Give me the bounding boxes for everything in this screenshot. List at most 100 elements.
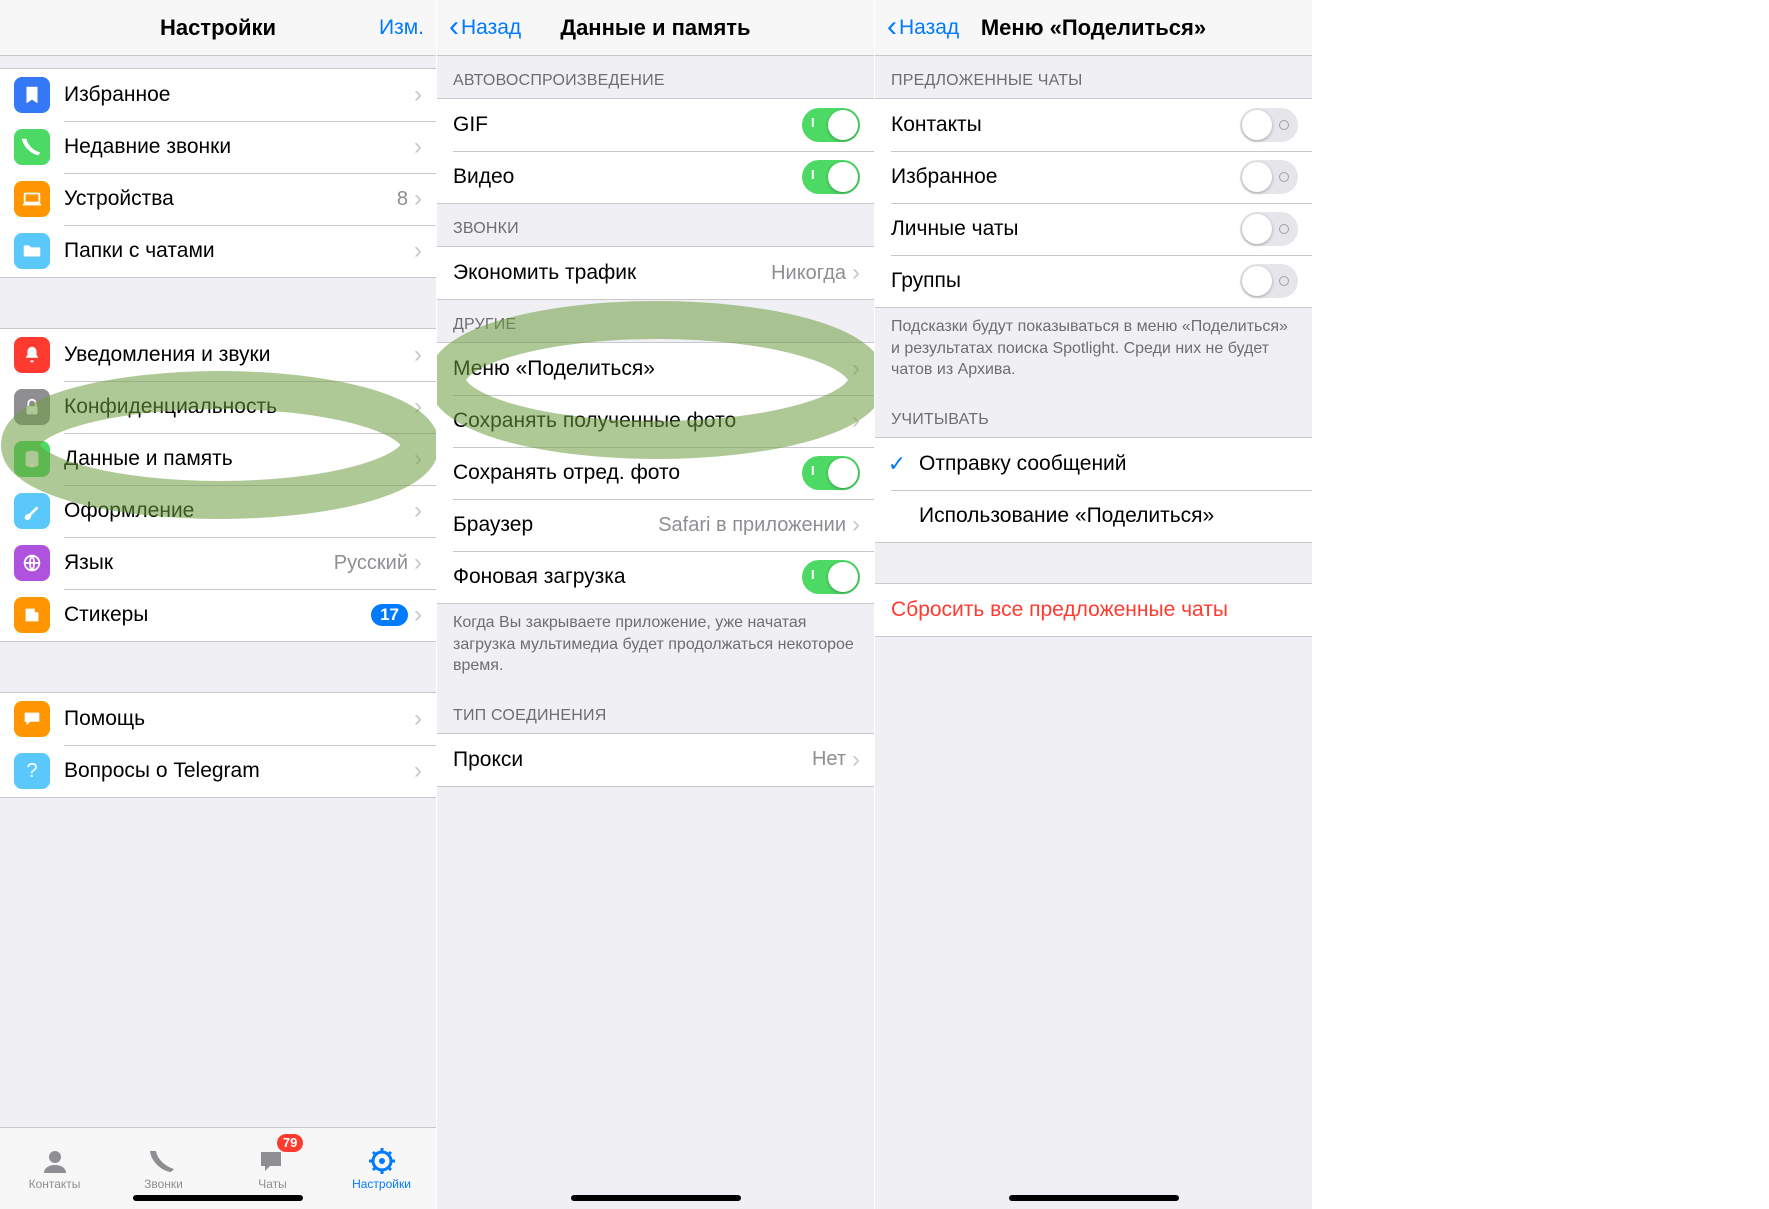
row-help[interactable]: Помощь › (0, 693, 436, 745)
row-label: Прокси (453, 748, 812, 772)
bookmark-icon (14, 77, 50, 113)
row-label: Меню «Поделиться» (453, 357, 852, 381)
row-proxy[interactable]: Прокси Нет › (437, 734, 874, 786)
row-label: Избранное (891, 165, 1240, 189)
toggle-private[interactable] (1240, 212, 1298, 246)
row-label: Браузер (453, 513, 658, 537)
chevron-right-icon: › (414, 81, 422, 109)
chevron-right-icon: › (414, 133, 422, 161)
chevron-right-icon: › (414, 393, 422, 421)
row-language[interactable]: Язык Русский › (0, 537, 436, 589)
phone-icon (14, 129, 50, 165)
row-label: Вопросы о Telegram (64, 759, 414, 783)
database-icon (14, 441, 50, 477)
question-icon: ? (14, 753, 50, 789)
row-data-storage[interactable]: Данные и память › (0, 433, 436, 485)
row-video: Видео I (437, 151, 874, 203)
row-save-received[interactable]: Сохранять полученные фото › (437, 395, 874, 447)
row-label: Группы (891, 269, 1240, 293)
toggle-gif[interactable]: I (802, 108, 860, 142)
row-label: Конфиденциальность (64, 395, 414, 419)
autoplay-list: GIF I Видео I (437, 98, 874, 204)
settings-group-1: Избранное › Недавние звонки › Устройства… (0, 68, 436, 278)
toggle-save-edited[interactable]: I (802, 456, 860, 490)
tab-contacts[interactable]: Контакты (0, 1128, 109, 1209)
row-appearance[interactable]: Оформление › (0, 485, 436, 537)
tab-badge: 79 (277, 1134, 303, 1152)
folder-icon (14, 233, 50, 269)
row-label: Стикеры (64, 603, 371, 627)
row-label: Уведомления и звуки (64, 343, 414, 367)
badge: 17 (371, 604, 408, 626)
settings-group-3: Помощь › ? Вопросы о Telegram › (0, 692, 436, 798)
chevron-right-icon: › (852, 407, 860, 435)
chevron-right-icon: › (414, 497, 422, 525)
sticker-icon (14, 597, 50, 633)
row-label: Использование «Поделиться» (919, 504, 1298, 528)
chevron-right-icon: › (414, 445, 422, 473)
chevron-right-icon: › (414, 705, 422, 733)
toggle-bg-download[interactable]: I (802, 560, 860, 594)
section-other: ДРУГИЕ (437, 300, 874, 342)
row-label: Данные и память (64, 447, 414, 471)
row-faq[interactable]: ? Вопросы о Telegram › (0, 745, 436, 797)
edit-button[interactable]: Изм. (367, 16, 436, 40)
row-bg-download: Фоновая загрузка I (437, 551, 874, 603)
row-groups: Группы (875, 255, 1312, 307)
globe-icon (14, 545, 50, 581)
toggle-contacts[interactable] (1240, 108, 1298, 142)
other-list: Меню «Поделиться» › Сохранять полученные… (437, 342, 874, 604)
row-chat-folders[interactable]: Папки с чатами › (0, 225, 436, 277)
section-calls: ЗВОНКИ (437, 204, 874, 246)
nav-bar: ‹Назад Данные и память (437, 0, 874, 56)
toggle-groups[interactable] (1240, 264, 1298, 298)
row-devices[interactable]: Устройства 8 › (0, 173, 436, 225)
row-notifications[interactable]: Уведомления и звуки › (0, 329, 436, 381)
row-reset[interactable]: Сбросить все предложенные чаты (875, 584, 1312, 636)
row-share-menu[interactable]: Меню «Поделиться» › (437, 343, 874, 395)
row-label: Контакты (891, 113, 1240, 137)
back-button[interactable]: ‹Назад (437, 13, 533, 43)
brush-icon (14, 493, 50, 529)
chevron-left-icon: ‹ (887, 12, 897, 42)
row-label: GIF (453, 113, 802, 137)
row-option-send[interactable]: ✓ Отправку сообщений (875, 438, 1312, 490)
chevron-right-icon: › (852, 355, 860, 383)
chevron-right-icon: › (852, 511, 860, 539)
toggle-favorites[interactable] (1240, 160, 1298, 194)
chevron-right-icon: › (852, 259, 860, 287)
row-value: 8 (397, 188, 408, 211)
row-label: Сбросить все предложенные чаты (891, 598, 1298, 622)
connection-list: Прокси Нет › (437, 733, 874, 787)
row-browser[interactable]: Браузер Safari в приложении › (437, 499, 874, 551)
row-label: Избранное (64, 83, 414, 107)
chat-icon (14, 701, 50, 737)
row-privacy[interactable]: Конфиденциальность › (0, 381, 436, 433)
footer-note: Подсказки будут показываться в меню «Под… (875, 308, 1312, 395)
back-label: Назад (899, 16, 959, 40)
chevron-right-icon: › (414, 601, 422, 629)
toggle-video[interactable]: I (802, 160, 860, 194)
calls-list: Экономить трафик Никогда › (437, 246, 874, 300)
tab-label: Чаты (258, 1177, 287, 1191)
tab-label: Звонки (144, 1177, 183, 1191)
row-save-edited: Сохранять отред. фото I (437, 447, 874, 499)
row-private-chats: Личные чаты (875, 203, 1312, 255)
row-label: Личные чаты (891, 217, 1240, 241)
row-value: Русский (334, 552, 408, 575)
footer-note: Когда Вы закрываете приложение, уже нача… (437, 604, 874, 691)
back-button[interactable]: ‹Назад (875, 13, 971, 43)
settings-group-2: Уведомления и звуки › Конфиденциальность… (0, 328, 436, 642)
row-favorites[interactable]: Избранное › (0, 69, 436, 121)
row-label: Экономить трафик (453, 261, 771, 285)
row-stickers[interactable]: Стикеры 17 › (0, 589, 436, 641)
row-value: Safari в приложении (658, 514, 846, 537)
row-label: Оформление (64, 499, 414, 523)
row-recent-calls[interactable]: Недавние звонки › (0, 121, 436, 173)
tab-settings[interactable]: Настройки (327, 1128, 436, 1209)
chevron-right-icon: › (414, 237, 422, 265)
row-save-traffic[interactable]: Экономить трафик Никогда › (437, 247, 874, 299)
tab-label: Настройки (352, 1177, 411, 1191)
row-option-share[interactable]: ✓ Использование «Поделиться» (875, 490, 1312, 542)
row-value: Нет (812, 748, 846, 771)
